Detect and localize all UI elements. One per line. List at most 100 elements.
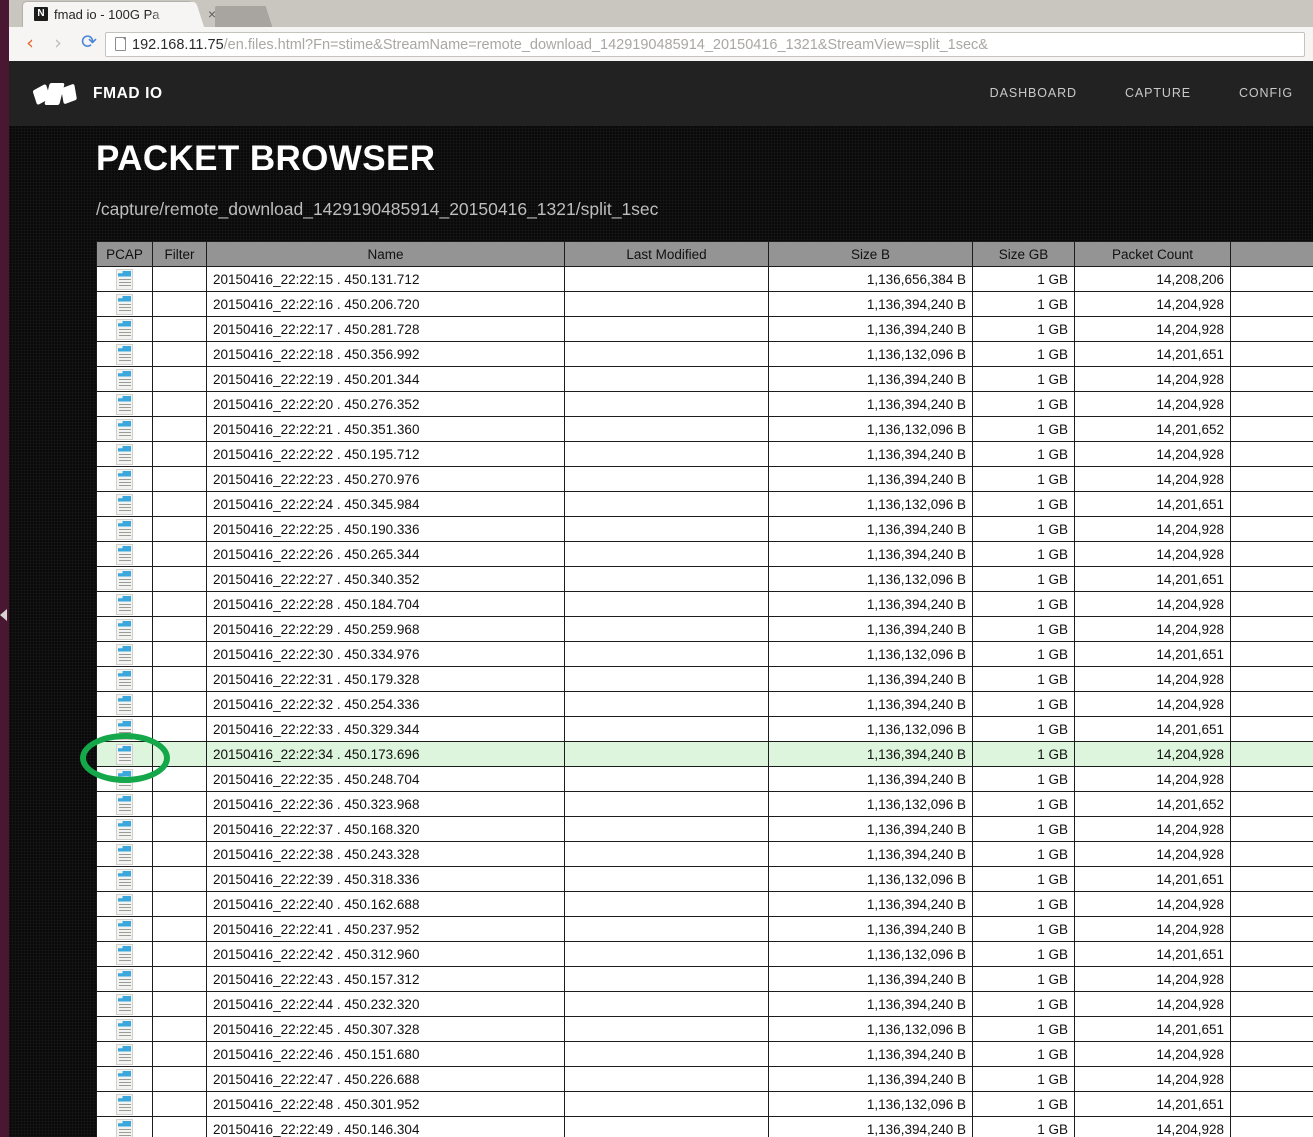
cell-filter[interactable] [152,816,207,842]
cell-pcap[interactable] [96,466,153,492]
table-row[interactable]: 20150416_22:22:20 . 450.276.352 1,136,394… [96,391,1313,417]
cell-filter[interactable] [152,391,207,417]
nav-item-config[interactable]: CONFIG [1239,86,1293,100]
table-row[interactable]: 20150416_22:22:16 . 450.206.720 1,136,394… [96,291,1313,317]
pcap-file-icon[interactable] [116,618,133,640]
cell-pcap[interactable] [96,916,153,942]
cell-filter[interactable] [152,641,207,667]
table-row[interactable]: 20150416_22:22:23 . 450.270.976 1,136,394… [96,466,1313,492]
pcap-file-icon[interactable] [116,468,133,490]
table-row[interactable]: 20150416_22:22:48 . 450.301.952 1,136,132… [96,1091,1313,1117]
cell-pcap[interactable] [96,1116,153,1137]
pcap-file-icon[interactable] [116,643,133,665]
cell-pcap[interactable] [96,591,153,617]
pcap-file-icon[interactable] [116,718,133,740]
cell-pcap[interactable] [96,566,153,592]
pcap-file-icon[interactable] [116,918,133,940]
pcap-file-icon[interactable] [116,1093,133,1115]
table-row[interactable]: 20150416_22:22:21 . 450.351.360 1,136,132… [96,416,1313,442]
pcap-file-icon[interactable] [116,343,133,365]
cell-pcap[interactable] [96,941,153,967]
table-row[interactable]: 20150416_22:22:28 . 450.184.704 1,136,394… [96,591,1313,617]
column-header-extra[interactable] [1230,241,1313,267]
pcap-file-icon[interactable] [116,793,133,815]
cell-pcap[interactable] [96,541,153,567]
cell-pcap[interactable] [96,741,153,767]
column-header-size-gb[interactable]: Size GB [972,241,1075,267]
table-row[interactable]: 20150416_22:22:31 . 450.179.328 1,136,394… [96,666,1313,692]
table-row[interactable]: 20150416_22:22:29 . 450.259.968 1,136,394… [96,616,1313,642]
pcap-file-icon[interactable] [116,568,133,590]
cell-filter[interactable] [152,916,207,942]
back-button-icon[interactable]: ‹ [20,34,40,54]
cell-pcap[interactable] [96,641,153,667]
cell-filter[interactable] [152,491,207,517]
cell-pcap[interactable] [96,266,153,292]
table-row[interactable]: 20150416_22:22:46 . 450.151.680 1,136,394… [96,1041,1313,1067]
table-row[interactable]: 20150416_22:22:18 . 450.356.992 1,136,132… [96,341,1313,367]
cell-pcap[interactable] [96,616,153,642]
cell-pcap[interactable] [96,391,153,417]
pcap-file-icon[interactable] [116,368,133,390]
address-bar[interactable]: 192.168.11.75/en.files.html?Fn=stime&Str… [105,32,1305,57]
cell-filter[interactable] [152,791,207,817]
table-row[interactable]: 20150416_22:22:42 . 450.312.960 1,136,132… [96,941,1313,967]
pcap-file-icon[interactable] [116,768,133,790]
cell-filter[interactable] [152,941,207,967]
pcap-file-icon[interactable] [116,1068,133,1090]
brand-logo[interactable]: FMAD IO [32,81,163,107]
pcap-file-icon[interactable] [116,868,133,890]
nav-item-dashboard[interactable]: DASHBOARD [990,86,1077,100]
table-row[interactable]: 20150416_22:22:45 . 450.307.328 1,136,132… [96,1016,1313,1042]
cell-pcap[interactable] [96,1041,153,1067]
cell-filter[interactable] [152,716,207,742]
cell-filter[interactable] [152,1091,207,1117]
pcap-file-icon[interactable] [116,1018,133,1040]
tab-close-icon[interactable]: × [205,6,219,22]
column-header-pcap[interactable]: PCAP [96,241,153,267]
cell-pcap[interactable] [96,1016,153,1042]
table-row[interactable]: 20150416_22:22:35 . 450.248.704 1,136,394… [96,766,1313,792]
pcap-file-icon[interactable] [116,943,133,965]
cell-filter[interactable] [152,1016,207,1042]
cell-filter[interactable] [152,841,207,867]
cell-pcap[interactable] [96,416,153,442]
pcap-file-icon[interactable] [116,893,133,915]
pcap-file-icon[interactable] [116,993,133,1015]
cell-pcap[interactable] [96,1091,153,1117]
pcap-file-icon[interactable] [116,818,133,840]
cell-pcap[interactable] [96,791,153,817]
table-row[interactable]: 20150416_22:22:41 . 450.237.952 1,136,394… [96,916,1313,942]
cell-filter[interactable] [152,991,207,1017]
cell-pcap[interactable] [96,1066,153,1092]
pcap-file-icon[interactable] [116,968,133,990]
cell-filter[interactable] [152,566,207,592]
cell-filter[interactable] [152,1041,207,1067]
table-row[interactable]: 20150416_22:22:33 . 450.329.344 1,136,132… [96,716,1313,742]
cell-filter[interactable] [152,541,207,567]
cell-filter[interactable] [152,441,207,467]
cell-pcap[interactable] [96,691,153,717]
cell-filter[interactable] [152,1116,207,1137]
cell-pcap[interactable] [96,666,153,692]
browser-tab-active[interactable]: N fmad io - 100G Pa × [23,2,216,27]
table-row[interactable]: 20150416_22:22:26 . 450.265.344 1,136,394… [96,541,1313,567]
column-header-size-b[interactable]: Size B [768,241,973,267]
table-row[interactable]: 20150416_22:22:22 . 450.195.712 1,136,394… [96,441,1313,467]
cell-filter[interactable] [152,691,207,717]
cell-filter[interactable] [152,891,207,917]
cell-filter[interactable] [152,316,207,342]
forward-button-icon[interactable]: › [48,34,68,54]
cell-filter[interactable] [152,341,207,367]
cell-pcap[interactable] [96,991,153,1017]
cell-filter[interactable] [152,741,207,767]
pcap-file-icon[interactable] [116,268,133,290]
pcap-file-icon[interactable] [116,743,133,765]
table-row[interactable]: 20150416_22:22:15 . 450.131.712 1,136,656… [96,266,1313,292]
cell-pcap[interactable] [96,516,153,542]
pcap-file-icon[interactable] [116,518,133,540]
table-row[interactable]: 20150416_22:22:27 . 450.340.352 1,136,132… [96,566,1313,592]
table-row[interactable]: 20150416_22:22:47 . 450.226.688 1,136,394… [96,1066,1313,1092]
cell-pcap[interactable] [96,341,153,367]
column-header-filter[interactable]: Filter [152,241,207,267]
